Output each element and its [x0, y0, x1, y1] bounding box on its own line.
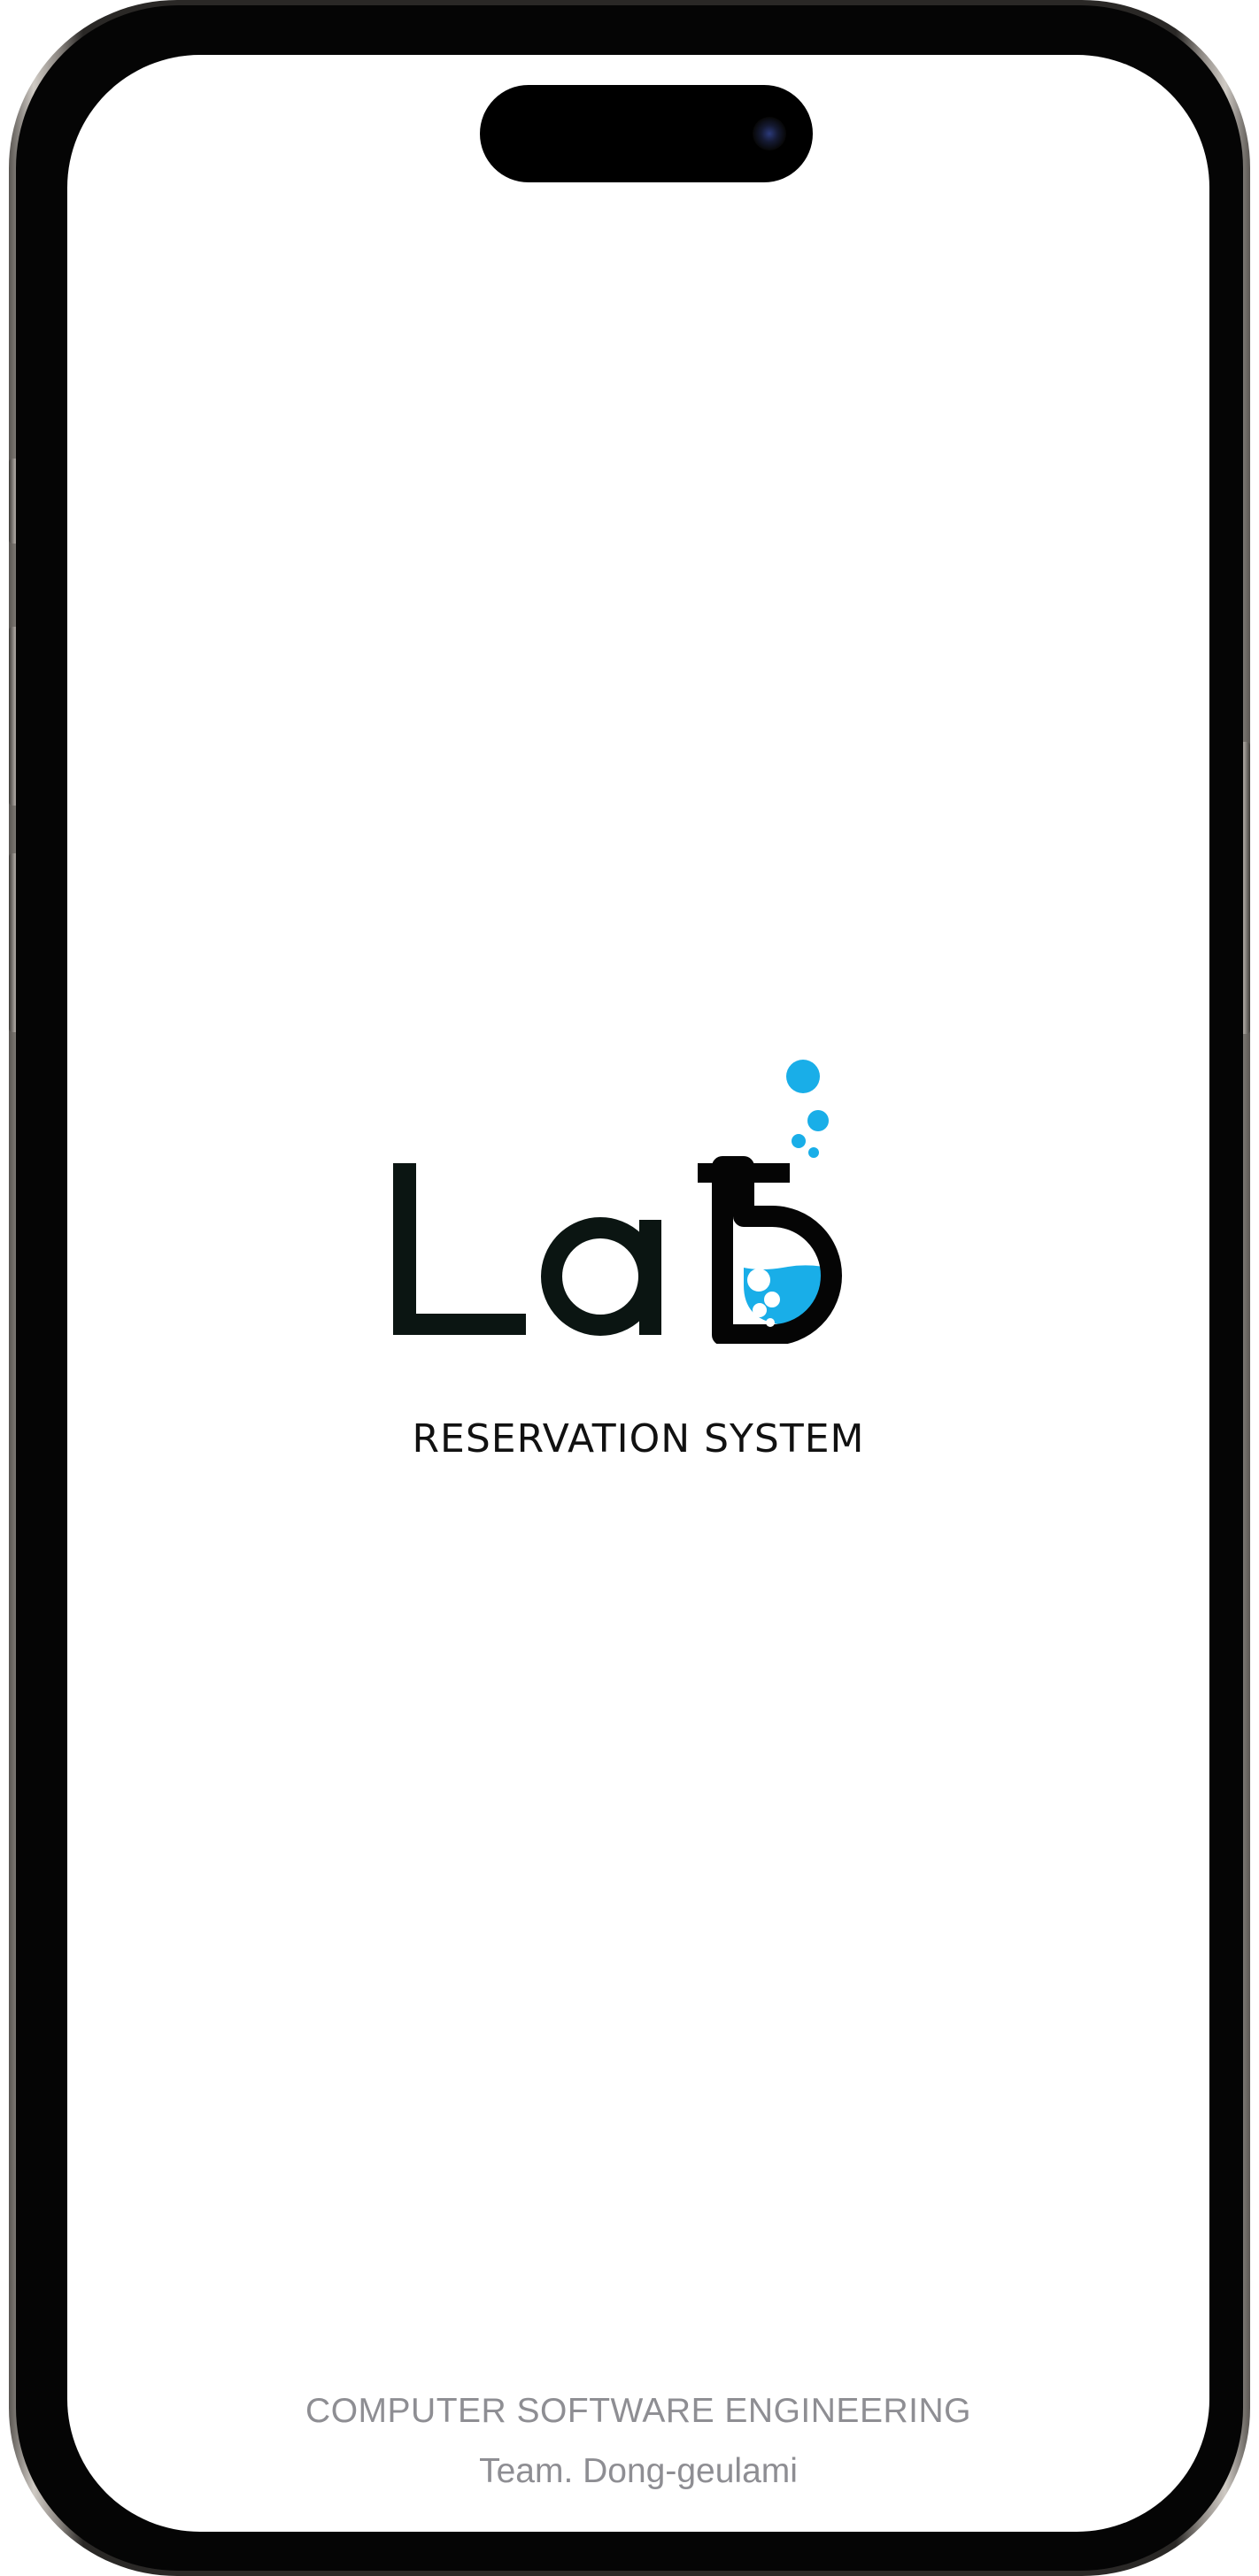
dynamic-island	[480, 85, 813, 182]
logo-bubbles	[786, 1060, 829, 1158]
lab-flask-logo	[393, 1060, 842, 1344]
logo-flask-b	[698, 1156, 842, 1344]
footer-team: Team. Dong-geulami	[479, 2452, 798, 2490]
phone-frame: RESERVATION SYSTEM COMPUTER SOFTWARE ENG…	[9, 0, 1250, 2576]
phone-bezel: RESERVATION SYSTEM COMPUTER SOFTWARE ENG…	[16, 5, 1243, 2571]
app-subtitle: RESERVATION SYSTEM	[412, 1416, 865, 1462]
app-screen: RESERVATION SYSTEM COMPUTER SOFTWARE ENG…	[67, 55, 1209, 2532]
front-camera-icon	[753, 117, 786, 150]
logo-letter-a	[541, 1217, 661, 1336]
logo-letter-l	[393, 1163, 526, 1335]
footer-department: COMPUTER SOFTWARE ENGINEERING	[305, 2392, 971, 2430]
